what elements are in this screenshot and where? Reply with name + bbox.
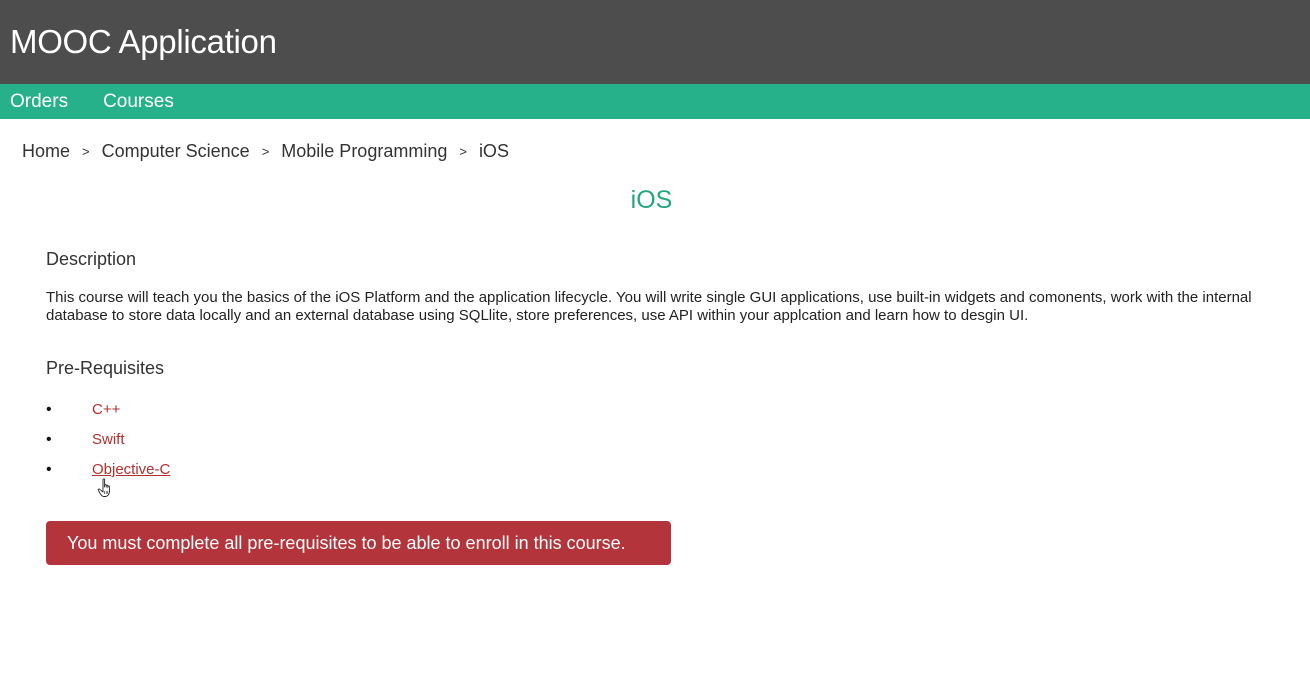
prereq-link-objective-c[interactable]: Objective-C	[92, 460, 170, 480]
description-heading: Description	[46, 249, 137, 269]
bullet-icon: •	[46, 401, 52, 418]
bullet-icon: •	[46, 431, 52, 448]
course-description: This course will teach you the basics of…	[46, 289, 1252, 324]
hand-pointer-icon	[97, 478, 110, 497]
breadcrumb-home[interactable]: Home	[22, 141, 70, 162]
prerequisites-heading: Pre-Requisites	[46, 358, 165, 378]
nav-bar: Orders Courses	[0, 84, 1310, 119]
breadcrumb-separator: >	[459, 144, 467, 159]
breadcrumb-mobile-programming[interactable]: Mobile Programming	[281, 141, 447, 162]
breadcrumb: Home > Computer Science > Mobile Program…	[22, 141, 509, 162]
app-title: MOOC Application	[10, 23, 277, 60]
prereq-link-cpp[interactable]: C++	[92, 400, 120, 420]
prerequisites-list: • C++ • Swift • Objective-C	[46, 400, 170, 490]
bullet-icon: •	[46, 461, 52, 478]
course-title: iOS	[630, 186, 673, 214]
nav-courses-link[interactable]: Courses	[103, 91, 174, 113]
breadcrumb-computer-science[interactable]: Computer Science	[102, 141, 250, 162]
app-header: MOOC Application	[0, 0, 1310, 84]
list-item: • Swift	[46, 430, 170, 460]
breadcrumb-ios: iOS	[478, 141, 509, 161]
nav-orders-link[interactable]: Orders	[10, 91, 68, 113]
prereq-link-swift[interactable]: Swift	[92, 430, 125, 450]
breadcrumb-separator: >	[82, 144, 90, 159]
enroll-requirement-alert: You must complete all pre-requisites to …	[46, 521, 671, 565]
list-item: • C++	[46, 400, 170, 430]
breadcrumb-separator: >	[261, 144, 270, 159]
